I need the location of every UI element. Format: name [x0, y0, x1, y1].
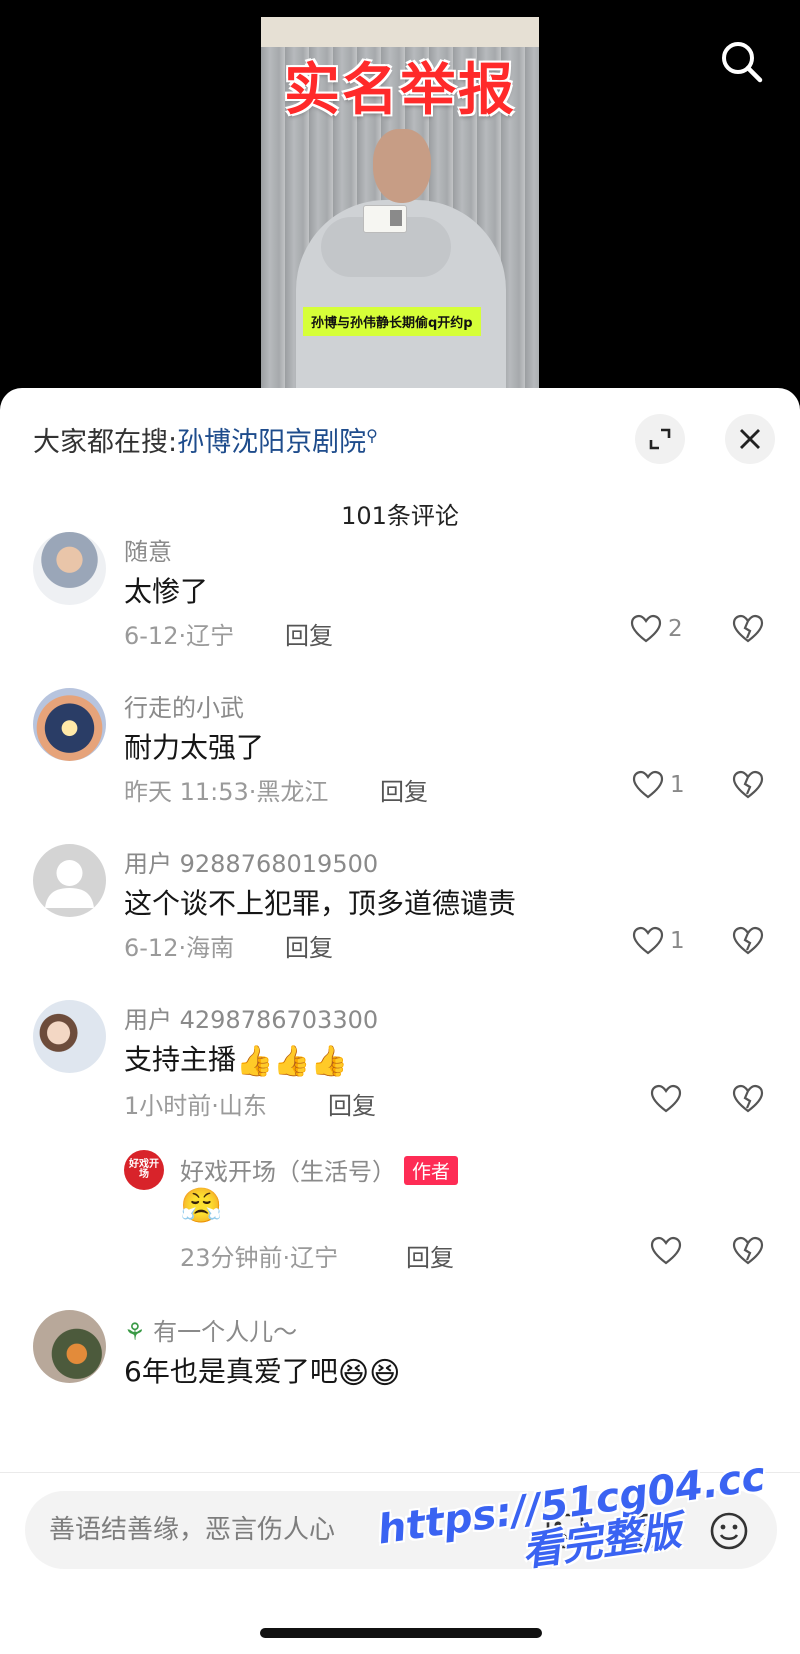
video-frame[interactable]: 实名举报 孙博与孙伟静长期偷q开约p — [261, 17, 539, 400]
comment-item: 用户 4298786703300 支持主播👍👍👍 1小时前·山东 回复 — [0, 998, 800, 1148]
trending-search-term[interactable]: 孙博沈阳京剧院 — [177, 427, 366, 458]
comment-username[interactable]: 用户 4298786703300 — [124, 1000, 378, 1035]
close-icon — [740, 429, 760, 449]
broken-heart-icon — [732, 1084, 764, 1113]
dislike-button[interactable] — [732, 770, 764, 804]
dislike-button[interactable] — [732, 1236, 764, 1270]
leaf-icon: ⚘ — [124, 1318, 154, 1346]
search-icon[interactable] — [718, 38, 766, 86]
comment-username[interactable]: 行走的小武 — [124, 688, 244, 723]
like-count: 1 — [670, 928, 685, 954]
comment-text: 太惨了 — [124, 575, 209, 608]
broken-heart-icon — [732, 770, 764, 799]
comment-username[interactable]: 好戏开场（生活号） 作者 — [180, 1152, 459, 1187]
comment-text: 这个谈不上犯罪，顶多道德谴责 — [124, 887, 517, 920]
video-person-head — [373, 129, 431, 203]
broken-heart-icon — [732, 1236, 764, 1265]
like-button[interactable]: 2 — [630, 614, 683, 644]
video-caption: 孙博与孙伟静长期偷q开约p — [303, 307, 481, 336]
broken-heart-icon — [732, 614, 764, 643]
like-button[interactable]: 1 — [632, 770, 685, 800]
dislike-button[interactable] — [732, 614, 764, 648]
angry-emoji: 😤 — [180, 1186, 223, 1226]
comment-username[interactable]: ⚘ 有一个人儿～ — [124, 1312, 297, 1347]
like-button[interactable] — [650, 1236, 682, 1266]
author-avatar[interactable]: 好戏开场 — [124, 1150, 164, 1190]
dislike-button[interactable] — [732, 1084, 764, 1118]
heart-icon — [632, 926, 664, 955]
video-id-card — [363, 205, 407, 233]
trending-search-icon: ⚲ — [366, 426, 378, 445]
like-button[interactable]: 1 — [632, 926, 685, 956]
heart-icon — [630, 614, 662, 643]
comment-text: 6年也是真爱了吧😆😆 — [124, 1350, 400, 1391]
comment-username-text: 有一个人儿～ — [153, 1318, 298, 1346]
reply-button[interactable]: 回复 — [285, 616, 333, 651]
comment-item: ⚘ 有一个人儿～ 6年也是真爱了吧😆😆 — [0, 1310, 800, 1480]
video-title: 实名举报 — [284, 58, 516, 123]
home-indicator[interactable] — [260, 1628, 542, 1638]
comment-text: 耐力太强了 — [124, 731, 265, 764]
comment-text: 支持主播👍👍👍 — [124, 1038, 348, 1079]
laughing-emoji: 😆😆 — [337, 1355, 401, 1391]
comment-item: 行走的小武 耐力太强了 昨天 11:53·黑龙江 回复 1 — [0, 686, 800, 836]
comment-meta: 6-12·海南 — [124, 934, 235, 962]
reply-button[interactable]: 回复 — [406, 1238, 454, 1273]
close-button[interactable] — [725, 414, 775, 464]
heart-icon — [632, 770, 664, 799]
comment-meta: 昨天 11:53·黑龙江 — [124, 778, 329, 806]
author-name: 好戏开场（生活号） — [180, 1158, 396, 1186]
avatar[interactable] — [33, 532, 106, 605]
broken-heart-icon — [732, 926, 764, 955]
sheet-header: 大家都在搜:孙博沈阳京剧院⚲ 101条评论 — [0, 388, 800, 530]
comment-username[interactable]: 随意 — [124, 532, 172, 567]
reply-button[interactable]: 回复 — [328, 1086, 376, 1121]
avatar[interactable] — [33, 844, 106, 917]
comment-text-content: 支持主播 — [124, 1043, 237, 1076]
reply-button[interactable]: 回复 — [380, 772, 428, 807]
video-player[interactable]: 实名举报 孙博与孙伟静长期偷q开约p — [0, 0, 800, 400]
author-reply-item: 好戏开场 好戏开场（生活号） 作者 😤 23分钟前·辽宁 回复 — [0, 1150, 800, 1300]
comment-item: 用户 9288768019500 这个谈不上犯罪，顶多道德谴责 6-12·海南 … — [0, 842, 800, 992]
avatar[interactable] — [33, 1310, 106, 1383]
comment-text: 😤 — [180, 1186, 222, 1226]
author-badge: 作者 — [404, 1156, 459, 1185]
comment-count: 101条评论 — [341, 502, 459, 530]
video-ceiling — [261, 17, 539, 47]
avatar[interactable] — [33, 1000, 106, 1073]
comment-text-content: 6年也是真爱了吧 — [124, 1355, 338, 1388]
comment-meta: 6-12·辽宁 — [124, 622, 235, 650]
default-avatar-icon — [45, 860, 94, 908]
thumbs-up-emoji: 👍👍👍 — [236, 1043, 349, 1079]
like-count: 1 — [670, 772, 685, 798]
like-button[interactable] — [650, 1084, 682, 1114]
comment-item: 随意 太惨了 6-12·辽宁 回复 2 — [0, 530, 800, 680]
dislike-button[interactable] — [732, 926, 764, 960]
reply-button[interactable]: 回复 — [285, 928, 333, 963]
comment-username[interactable]: 用户 9288768019500 — [124, 844, 378, 879]
heart-icon — [650, 1236, 682, 1265]
trending-search-prefix: 大家都在搜: — [33, 427, 178, 458]
comment-meta: 23分钟前·辽宁 — [180, 1244, 339, 1272]
heart-icon — [650, 1084, 682, 1113]
expand-icon — [649, 428, 671, 450]
avatar[interactable] — [33, 688, 106, 761]
comment-meta: 1小时前·山东 — [124, 1092, 267, 1120]
expand-button[interactable] — [635, 414, 685, 464]
like-count: 2 — [668, 616, 683, 642]
trending-search[interactable]: 大家都在搜:孙博沈阳京剧院⚲ — [33, 420, 378, 459]
